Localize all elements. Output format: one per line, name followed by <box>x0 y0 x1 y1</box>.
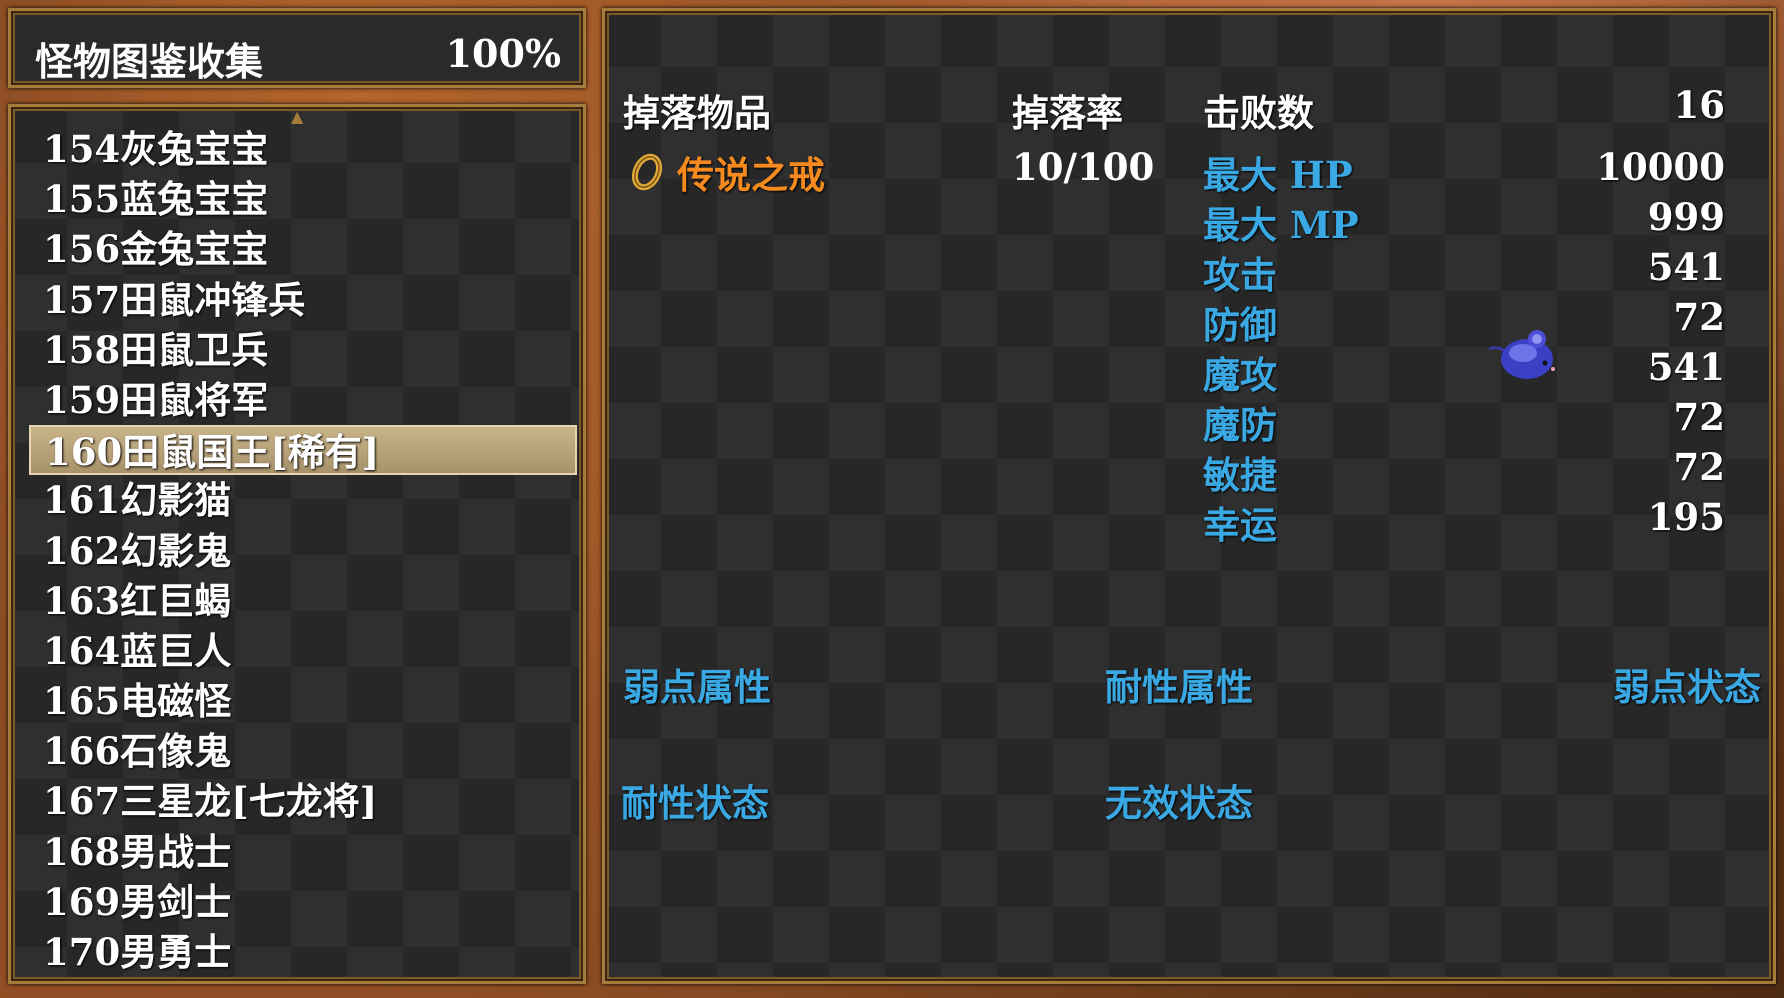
stat-value-max-mp: 999 <box>1647 195 1725 239</box>
stat-value-magic-attack: 541 <box>1647 345 1725 389</box>
stat-value-agility: 72 <box>1673 445 1726 489</box>
stat-label-luck: 幸运 <box>1203 503 1277 547</box>
monster-list-item[interactable]: 155蓝兔宝宝 <box>29 174 577 224</box>
monster-list: 154灰兔宝宝 155蓝兔宝宝 156金兔宝宝 157田鼠冲锋兵 158田鼠卫兵… <box>29 124 577 977</box>
monster-list-item[interactable]: 159田鼠将军 <box>29 375 577 425</box>
monster-list-item-selected[interactable]: 160田鼠国王[稀有] <box>29 425 577 476</box>
stat-value-attack: 541 <box>1647 245 1725 289</box>
drop-rate-header: 掉落率 <box>1012 91 1123 135</box>
stat-label-defense: 防御 <box>1203 303 1277 347</box>
stat-value-luck: 195 <box>1647 495 1725 539</box>
monster-list-item[interactable]: 163红巨蝎 <box>29 576 577 626</box>
stat-label-magic-defense: 魔防 <box>1203 403 1277 447</box>
monster-list-item[interactable]: 158田鼠卫兵 <box>29 325 577 375</box>
collection-title-window: 怪物图鉴收集 100% <box>8 8 586 88</box>
ring-icon <box>627 148 667 196</box>
resist-state-label: 耐性状态 <box>621 781 769 825</box>
resist-element-label: 耐性属性 <box>1105 665 1253 709</box>
stat-label-max-mp: 最大 MP <box>1203 203 1359 247</box>
weak-element-label: 弱点属性 <box>623 665 771 709</box>
stat-label-agility: 敏捷 <box>1203 453 1277 497</box>
stat-value-max-hp: 10000 <box>1596 145 1725 189</box>
monster-list-item[interactable]: 169男剑士 <box>29 877 577 927</box>
defeat-count-label: 击败数 <box>1203 91 1314 135</box>
monster-list-item[interactable]: 165电磁怪 <box>29 676 577 726</box>
monster-list-window[interactable]: ▲ 154灰兔宝宝 155蓝兔宝宝 156金兔宝宝 157田鼠冲锋兵 158田鼠… <box>8 104 586 984</box>
monster-list-item[interactable]: 162幻影鬼 <box>29 526 577 576</box>
stat-label-attack: 攻击 <box>1203 253 1277 297</box>
monster-list-item[interactable]: 166石像鬼 <box>29 726 577 776</box>
immune-state-label: 无效状态 <box>1105 781 1253 825</box>
stat-label-max-hp: 最大 HP <box>1203 153 1353 197</box>
stat-value-defense: 72 <box>1673 295 1726 339</box>
monster-list-item[interactable]: 170男勇士 <box>29 927 577 977</box>
monster-list-item[interactable]: 164蓝巨人 <box>29 626 577 676</box>
collection-title: 怪物图鉴收集 <box>35 39 264 84</box>
stat-value-magic-defense: 72 <box>1673 395 1726 439</box>
drop-item-rate: 10/100 <box>1012 145 1155 189</box>
blue-mouse-sprite <box>1485 327 1565 387</box>
drop-item: 传说之戒 <box>627 145 825 199</box>
monster-list-item[interactable]: 161幻影猫 <box>29 475 577 525</box>
drop-items-header: 掉落物品 <box>623 91 771 135</box>
monster-detail-window: 掉落物品 掉落率 击败数 16 传说之戒 10/100 最大 HP 10000 … <box>602 8 1776 984</box>
monster-list-item[interactable]: 157田鼠冲锋兵 <box>29 275 577 325</box>
stat-label-magic-attack: 魔攻 <box>1203 353 1277 397</box>
monster-list-item[interactable]: 168男战士 <box>29 827 577 877</box>
monster-list-item[interactable]: 154灰兔宝宝 <box>29 124 577 174</box>
monster-list-item[interactable]: 156金兔宝宝 <box>29 224 577 274</box>
collection-percent: 100% <box>445 31 561 76</box>
weak-state-label: 弱点状态 <box>1613 665 1761 709</box>
monster-list-item[interactable]: 167三星龙[七龙将] <box>29 776 577 826</box>
drop-item-name: 传说之戒 <box>677 153 825 197</box>
defeat-count-value: 16 <box>1673 83 1726 127</box>
